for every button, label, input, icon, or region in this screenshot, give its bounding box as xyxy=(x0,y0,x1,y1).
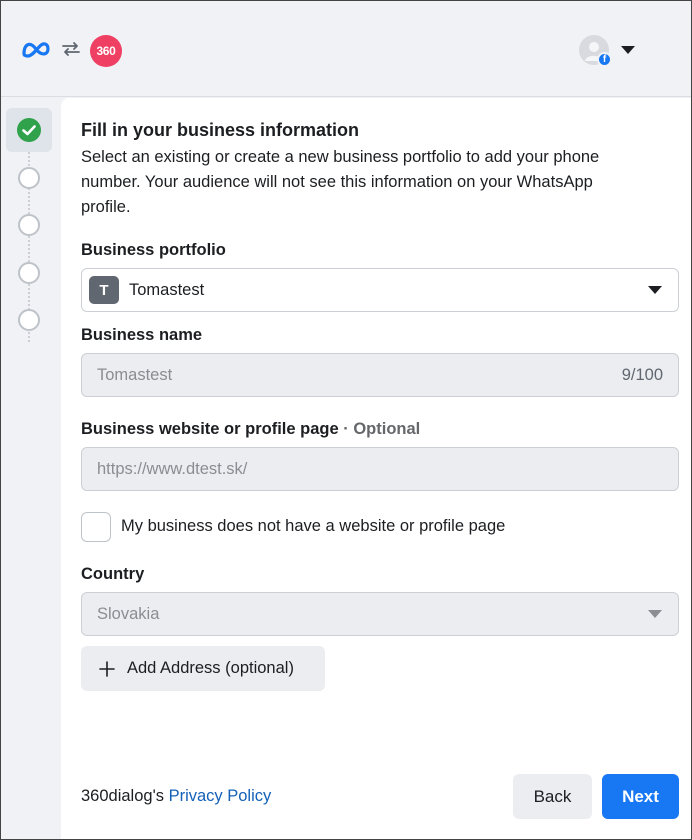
chevron-down-icon xyxy=(648,286,662,294)
step-2 xyxy=(6,156,52,200)
business-info-card: Fill in your business information Select… xyxy=(61,98,692,840)
portfolio-avatar: T xyxy=(89,276,119,304)
empty-circle-icon xyxy=(18,167,40,189)
chevron-down-icon xyxy=(648,610,662,618)
business-portfolio-label: Business portfolio xyxy=(81,241,226,259)
account-menu-caret-icon[interactable] xyxy=(621,45,635,55)
add-address-button[interactable]: Add Address (optional) xyxy=(81,646,325,691)
partner-logo-text: 360 xyxy=(96,44,116,58)
no-website-checkbox[interactable] xyxy=(81,512,111,542)
check-circle-icon xyxy=(17,118,41,142)
plus-icon xyxy=(99,660,115,677)
meta-logo-icon xyxy=(22,42,50,58)
step-1 xyxy=(6,108,52,152)
optional-tag: · Optional xyxy=(343,420,421,438)
add-address-label: Add Address (optional) xyxy=(127,659,294,677)
website-label-text: Business website or profile page xyxy=(81,420,339,438)
country-select[interactable]: Slovakia xyxy=(81,592,679,636)
step-5 xyxy=(6,298,52,342)
country-label: Country xyxy=(81,565,145,583)
portfolio-value: Tomastest xyxy=(129,280,205,299)
no-website-checkbox-label[interactable]: My business does not have a website or p… xyxy=(121,517,505,536)
back-button[interactable]: Back xyxy=(513,774,592,819)
next-button[interactable]: Next xyxy=(602,774,679,819)
privacy-policy-link[interactable]: Privacy Policy xyxy=(169,787,272,805)
business-portfolio-select[interactable]: T Tomastest xyxy=(81,268,679,312)
empty-circle-icon xyxy=(18,309,40,331)
website-value: https://www.dtest.sk/ xyxy=(97,459,248,478)
business-name-value: Tomastest xyxy=(97,365,173,384)
country-value: Slovakia xyxy=(97,604,160,623)
website-label: Business website or profile page · Optio… xyxy=(81,420,420,439)
character-counter: 9/100 xyxy=(621,366,663,384)
page-title: Fill in your business information xyxy=(81,120,360,140)
partner-360-logo: 360 xyxy=(90,35,122,67)
account-avatar[interactable]: f xyxy=(579,35,612,67)
business-name-field[interactable]: Tomastest 9/100 xyxy=(81,353,679,397)
website-field[interactable]: https://www.dtest.sk/ xyxy=(81,447,679,491)
privacy-prefix: 360dialog's xyxy=(81,787,164,805)
swap-arrows-icon xyxy=(62,42,80,56)
page-description: Select an existing or create a new busin… xyxy=(81,148,600,216)
business-name-label: Business name xyxy=(81,326,203,344)
facebook-badge-letter: f xyxy=(602,54,607,65)
empty-circle-icon xyxy=(18,262,40,284)
portfolio-avatar-letter: T xyxy=(99,281,109,299)
facebook-badge-icon: f xyxy=(597,52,612,67)
step-3 xyxy=(6,203,52,247)
step-4 xyxy=(6,251,52,295)
top-bar: 360 f xyxy=(0,0,692,97)
privacy-notice: 360dialog's Privacy Policy xyxy=(81,787,271,806)
empty-circle-icon xyxy=(18,214,40,236)
